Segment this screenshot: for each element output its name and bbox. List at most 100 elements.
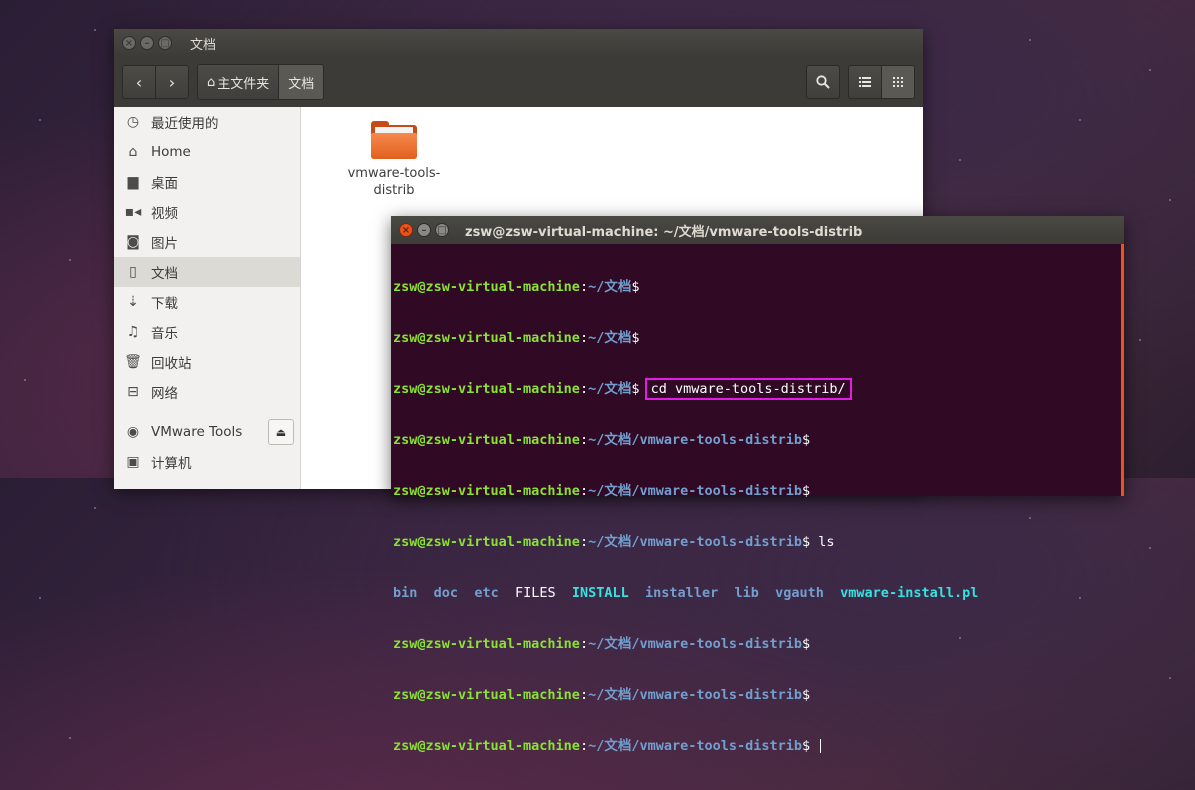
home-icon: ⌂ [207,74,216,90]
list-view-button[interactable] [849,66,881,98]
ls-output: bin doc etc FILES INSTALL installer lib … [393,585,1122,602]
prompt-path: ~/文档/vmware-tools-distrib [588,738,803,754]
toolbar: ‹ › ⌂ 主文件夹 文档 [114,57,923,108]
text-cursor [820,739,822,753]
eject-icon: ⏏ [275,425,287,439]
prompt-path: ~/文档/vmware-tools-distrib [588,432,803,448]
prompt-path: ~/文档 [588,381,632,397]
terminal-line: zsw@zsw-virtual-machine:~/文档/vmware-tool… [393,738,1122,755]
disc-icon: ◉ [126,424,140,440]
prompt-user: zsw@zsw-virtual-machine [393,534,580,550]
ls-entry: doc [433,585,459,601]
sidebar-item-label: 音乐 [151,326,178,342]
ls-entry: vmware-install.pl [840,585,979,601]
sidebar-item-computer[interactable]: ▣ 计算机 [114,447,300,477]
command-text: ls [818,534,835,550]
sidebar-item-pictures[interactable]: ◙ 图片 [114,227,300,257]
prompt-user: zsw@zsw-virtual-machine [393,279,580,295]
sidebar-item-vmware-tools[interactable]: ◉ VMware Tools ⏏ [114,417,300,447]
terminal-line: zsw@zsw-virtual-machine:~/文档$ cd vmware-… [393,378,1122,400]
trash-icon: 🗑 [124,354,142,370]
sidebar-item-home[interactable]: ⌂ Home [114,137,300,167]
folder-icon [371,121,417,159]
terminal-titlebar[interactable]: × – □ zsw@zsw-virtual-machine: ~/文档/vmwa… [391,216,1124,244]
minimize-icon[interactable]: – [140,36,154,50]
maximize-icon[interactable]: □ [435,223,449,237]
video-icon: ▪◂ [124,204,142,220]
terminal-line: zsw@zsw-virtual-machine:~/文档/vmware-tool… [393,534,835,550]
sidebar-item-label: Home [151,144,191,160]
terminal-output[interactable]: zsw@zsw-virtual-machine:~/文档$ zsw@zsw-vi… [391,244,1124,790]
sidebar-item-label: 图片 [151,236,178,252]
prompt-path: ~/文档/vmware-tools-distrib [588,687,803,703]
file-manager-titlebar[interactable]: × – □ 文档 [114,29,923,57]
sidebar-item-trash[interactable]: 🗑 回收站 [114,347,300,377]
ls-entry: FILES [514,585,556,601]
grid-icon [893,77,903,87]
prompt-user: zsw@zsw-virtual-machine [393,432,580,448]
sidebar-item-label: VMware Tools [151,424,243,440]
prompt-path: ~/文档/vmware-tools-distrib [588,534,803,550]
sidebar-item-label: 回收站 [151,356,192,372]
sidebar-item-label: 桌面 [151,176,178,192]
grid-view-button[interactable] [881,66,914,98]
download-icon: ⇣ [127,294,139,310]
sidebar-item-label: 文档 [151,266,178,282]
sidebar-item-label: 网络 [151,386,178,402]
terminal-line: zsw@zsw-virtual-machine:~/文档$ [393,279,640,295]
clock-icon: ◷ [126,114,140,130]
terminal-line: zsw@zsw-virtual-machine:~/文档/vmware-tool… [393,687,811,703]
minimize-icon[interactable]: – [417,223,431,237]
breadcrumb-home[interactable]: ⌂ 主文件夹 [198,65,279,99]
prompt-user: zsw@zsw-virtual-machine [393,687,580,703]
search-icon [816,75,830,89]
prompt-user: zsw@zsw-virtual-machine [393,330,580,346]
eject-button[interactable]: ⏏ [268,419,294,445]
breadcrumb-label: 主文件夹 [217,76,270,92]
sidebar-item-documents[interactable]: ▯ 文档 [114,257,300,287]
prompt-user: zsw@zsw-virtual-machine [393,483,580,499]
chevron-left-icon: ‹ [135,72,143,92]
prompt-user: zsw@zsw-virtual-machine [393,738,580,754]
highlighted-command: cd vmware-tools-distrib/ [644,378,852,400]
close-icon[interactable]: × [122,36,136,50]
sidebar-item-videos[interactable]: ▪◂ 视频 [114,197,300,227]
sidebar-item-desktop[interactable]: ▆ 桌面 [114,167,300,197]
folder-item[interactable]: vmware-tools- distrib [339,121,449,199]
document-icon: ▯ [129,264,137,280]
breadcrumb: ⌂ 主文件夹 文档 [197,64,325,100]
forward-button[interactable]: › [155,66,188,98]
search-button[interactable] [806,65,840,99]
ls-entry: bin [393,585,418,601]
terminal-scrollbar[interactable] [1121,244,1124,496]
folder-icon: ▆ [127,174,139,190]
breadcrumb-label: 文档 [288,76,315,92]
camera-icon: ◙ [126,234,140,250]
terminal-title: zsw@zsw-virtual-machine: ~/文档/vmware-too… [465,224,863,240]
prompt-path: ~/文档 [588,330,632,346]
sidebar-item-label: 下载 [151,296,178,312]
maximize-icon[interactable]: □ [158,36,172,50]
ls-entry: installer [645,585,719,601]
network-icon: ⊟ [127,384,139,400]
close-icon[interactable]: × [399,223,413,237]
sidebar-item-downloads[interactable]: ⇣ 下载 [114,287,300,317]
sidebar-item-label: 最近使用的 [151,116,219,132]
ls-entry: vgauth [775,585,824,601]
prompt-path: ~/文档 [588,279,632,295]
sidebar-item-recent[interactable]: ◷ 最近使用的 [114,107,300,137]
prompt-user: zsw@zsw-virtual-machine [393,636,580,652]
breadcrumb-documents[interactable]: 文档 [278,65,324,99]
list-icon [859,77,871,87]
terminal-line: zsw@zsw-virtual-machine:~/文档/vmware-tool… [393,483,811,499]
sidebar-item-music[interactable]: ♫ 音乐 [114,317,300,347]
folder-name-line2: distrib [373,183,415,198]
folder-name-line1: vmware-tools- [347,166,441,181]
sidebar: ◷ 最近使用的 ⌂ Home ▆ 桌面 ▪◂ 视频 ◙ 图片 ▯ 文档 ⇣ 下载 ♫ 音乐 🗑 回… [114,107,301,489]
ls-entry: etc [474,585,499,601]
back-button[interactable]: ‹ [123,66,155,98]
prompt-user: zsw@zsw-virtual-machine [393,381,580,397]
home-icon: ⌂ [128,144,138,160]
sidebar-item-network[interactable]: ⊟ 网络 [114,377,300,407]
terminal-line: zsw@zsw-virtual-machine:~/文档/vmware-tool… [393,432,811,448]
